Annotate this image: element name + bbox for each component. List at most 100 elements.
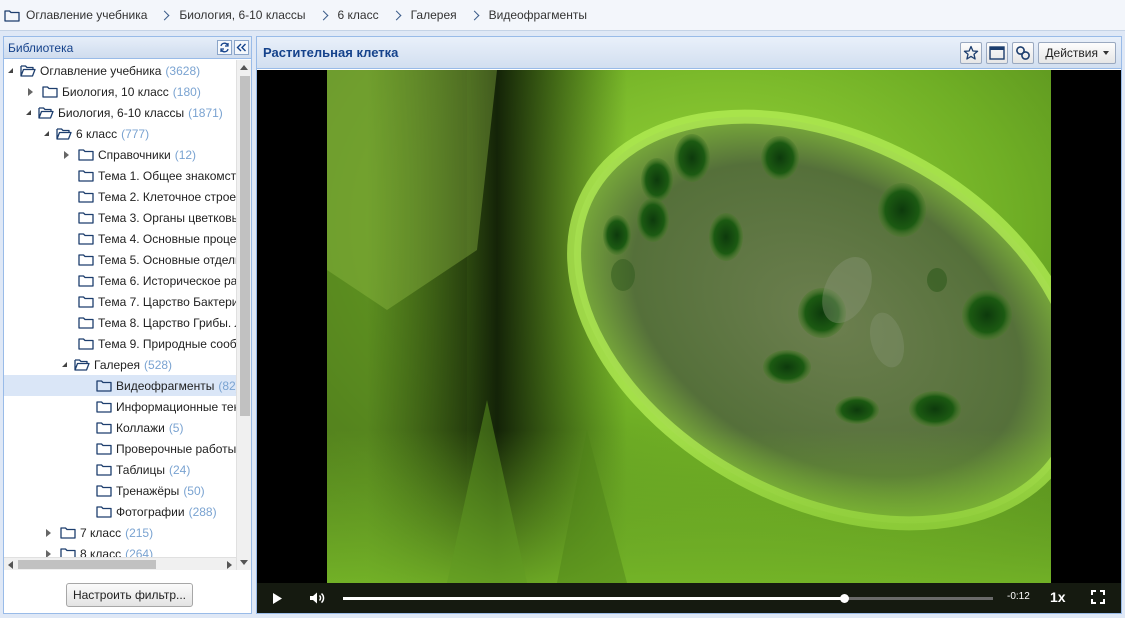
tree-item-count: (264) xyxy=(125,546,154,558)
volume-icon xyxy=(310,592,325,604)
collapse-panel-button[interactable] xyxy=(234,40,249,55)
expanded-arrow-icon[interactable] xyxy=(62,362,67,367)
refresh-button[interactable] xyxy=(217,40,232,55)
breadcrumb-item[interactable]: Видеофрагменты xyxy=(489,8,587,22)
collapsed-arrow-icon[interactable] xyxy=(28,87,33,96)
folder-icon xyxy=(78,170,94,182)
scroll-right-arrow-icon[interactable] xyxy=(227,561,232,569)
tree-item[interactable]: Проверочные работы xyxy=(4,438,236,459)
vertical-scrollbar[interactable] xyxy=(236,60,251,570)
folder-icon xyxy=(78,317,94,329)
play-button[interactable] xyxy=(262,583,292,613)
folder-icon xyxy=(78,296,94,308)
tree-item[interactable]: Тема 4. Основные процессы xyxy=(4,228,236,249)
filter-settings-button[interactable]: Настроить фильтр... xyxy=(66,583,193,607)
tree-item-label: Видеофрагменты xyxy=(116,378,215,393)
tree-item[interactable]: 7 класс (215) xyxy=(4,522,236,543)
playback-speed-button[interactable]: 1x xyxy=(1050,589,1066,605)
actions-dropdown[interactable]: Действия xyxy=(1038,41,1116,64)
tree-item[interactable]: Тема 9. Природные сообщества xyxy=(4,333,236,354)
tree-item[interactable]: Тема 7. Царство Бактерии xyxy=(4,291,236,312)
scroll-up-arrow-icon[interactable] xyxy=(240,65,248,70)
tree-item[interactable]: Видеофрагменты(82) xyxy=(4,375,236,396)
folder-open-icon xyxy=(56,128,72,140)
tree-item-label: Тема 7. Царство Бактерии xyxy=(98,294,236,309)
tree-item[interactable]: Справочники (12) xyxy=(4,144,236,165)
collapsed-arrow-icon[interactable] xyxy=(64,150,69,159)
tree-item-label: Тема 4. Основные процессы xyxy=(98,231,236,246)
expanded-arrow-icon[interactable] xyxy=(44,131,49,136)
tree-item-count: (1871) xyxy=(188,105,223,120)
tree-item[interactable]: Тренажёры (50) xyxy=(4,480,236,501)
folder-icon xyxy=(78,212,94,224)
volume-button[interactable] xyxy=(302,583,332,613)
tree-item[interactable]: Тема 5. Основные отделы xyxy=(4,249,236,270)
tree-item[interactable]: Оглавление учебника (3628) xyxy=(4,60,236,81)
fullscreen-button[interactable] xyxy=(1091,590,1105,607)
plant-cell-video-image xyxy=(327,70,1051,583)
tree-item[interactable]: Коллажи (5) xyxy=(4,417,236,438)
tree-item[interactable]: Тема 8. Царство Грибы. Л xyxy=(4,312,236,333)
tree-item-count: (24) xyxy=(169,462,191,477)
expanded-arrow-icon[interactable] xyxy=(26,110,31,115)
tree-item[interactable]: Биология, 10 класс (180) xyxy=(4,81,236,102)
video-controls: -0:12 1x xyxy=(257,583,1121,613)
folder-icon xyxy=(60,527,76,539)
scroll-down-arrow-icon[interactable] xyxy=(240,560,248,565)
video-frame[interactable] xyxy=(327,70,1051,583)
chevron-right-icon xyxy=(469,10,480,20)
breadcrumb-item[interactable]: Оглавление учебника xyxy=(4,8,147,22)
tree-item-count: (3628) xyxy=(165,63,201,78)
link-button[interactable] xyxy=(1012,41,1035,64)
favorite-button[interactable] xyxy=(960,41,983,64)
tree-item-label: Тема 1. Общее знакомство xyxy=(98,168,236,183)
progress-handle[interactable] xyxy=(839,594,849,603)
tree-item[interactable]: 6 класс (777) xyxy=(4,123,236,144)
tree-item-count: (288) xyxy=(188,504,217,519)
tree-item[interactable]: Тема 1. Общее знакомство xyxy=(4,165,236,186)
tree-item[interactable]: Биология, 6-10 классы (1871) xyxy=(4,102,236,123)
breadcrumb-label: Видеофрагменты xyxy=(488,8,587,22)
tree-item-count: (12) xyxy=(174,147,197,162)
chevron-right-icon xyxy=(159,10,170,20)
tree-item-label: Коллажи xyxy=(116,420,165,435)
folder-icon xyxy=(78,338,94,350)
tree-item[interactable]: Фотографии (288) xyxy=(4,501,236,522)
scroll-thumb[interactable] xyxy=(240,76,250,416)
horizontal-scroll-thumb[interactable] xyxy=(18,560,156,569)
tree-item-label: 8 класс xyxy=(80,546,122,558)
tree-item-label: Тренажёры xyxy=(116,483,180,498)
tree-item-label: Таблицы xyxy=(116,462,166,477)
scroll-left-arrow-icon[interactable] xyxy=(8,561,13,569)
content-panel: Растительная клетка Действия -0:12 1x xyxy=(256,36,1122,614)
folder-open-icon xyxy=(20,65,36,77)
breadcrumb-label: Оглавление учебника xyxy=(26,8,148,22)
tree-item[interactable]: Таблицы (24) xyxy=(4,459,236,480)
progress-track[interactable] xyxy=(343,594,993,603)
tree-item[interactable]: Галерея (528) xyxy=(4,354,236,375)
expanded-arrow-icon[interactable] xyxy=(8,68,13,73)
folder-icon xyxy=(96,422,112,434)
link-icon xyxy=(1016,45,1031,60)
breadcrumb-item[interactable]: Биология, 6-10 классы xyxy=(179,8,305,22)
tree-item[interactable]: Тема 6. Историческое развитие xyxy=(4,270,236,291)
collapsed-arrow-icon[interactable] xyxy=(46,528,51,537)
folder-icon xyxy=(78,275,94,287)
horizontal-scrollbar[interactable] xyxy=(4,557,236,570)
tree-item-count: (5) xyxy=(168,420,184,435)
tree-item[interactable]: 8 класс (264) xyxy=(4,543,236,557)
refresh-icon xyxy=(220,42,229,53)
folder-icon xyxy=(96,485,112,497)
tree-item[interactable]: Тема 3. Органы цветковых xyxy=(4,207,236,228)
breadcrumb-item[interactable]: Галерея xyxy=(411,8,457,22)
breadcrumb-item[interactable]: 6 класс xyxy=(338,8,379,22)
tree-item[interactable]: Тема 2. Клеточное строение xyxy=(4,186,236,207)
folder-icon xyxy=(96,380,112,392)
library-tree: Оглавление учебника (3628) Биология, 10 кл… xyxy=(4,60,236,557)
tree-item-label: Проверочные работы xyxy=(116,441,236,456)
collapsed-arrow-icon[interactable] xyxy=(46,549,51,557)
video-player[interactable]: -0:12 1x xyxy=(257,70,1121,613)
tree-item[interactable]: Информационные тексты xyxy=(4,396,236,417)
open-window-button[interactable] xyxy=(986,41,1009,64)
library-panel: Библиотека Оглавление учебника (3628) Биол… xyxy=(3,36,252,614)
